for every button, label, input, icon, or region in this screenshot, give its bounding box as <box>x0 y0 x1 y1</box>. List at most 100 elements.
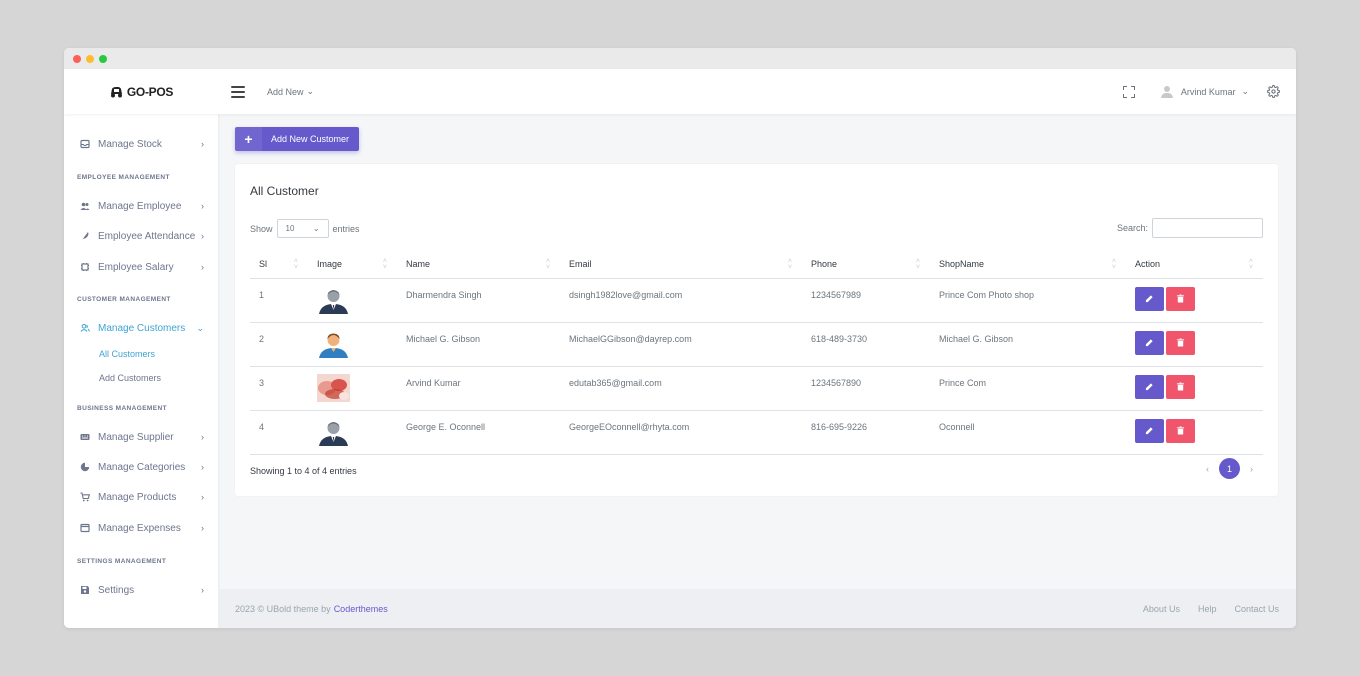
logo-icon <box>110 87 122 98</box>
sidebar-item-label: Settings <box>98 584 135 596</box>
add-new-dropdown[interactable]: Add New ⌄ <box>267 86 314 97</box>
user-group-icon <box>80 323 90 333</box>
edit-button[interactable] <box>1135 418 1164 443</box>
sidebar-item-manage-categories[interactable]: Manage Categories › <box>64 457 218 477</box>
sidebar-item-employee-attendance[interactable]: Employee Attendance › <box>64 226 218 246</box>
sidebar-item-manage-products[interactable]: Manage Products › <box>64 487 218 507</box>
edit-button[interactable] <box>1135 286 1164 311</box>
customer-avatar-image <box>317 286 350 314</box>
gear-icon[interactable] <box>1267 85 1280 98</box>
delete-button[interactable] <box>1166 286 1195 311</box>
pagination-page-1[interactable]: 1 <box>1219 458 1240 479</box>
customer-table: Sl ˄ ˅ Image ˄ ˅ Name ˄ ˅ Email ˄ ˅ Phone ˄ ˅ Shop… <box>250 250 1263 455</box>
cell-name: Arvind Kumar <box>397 366 560 411</box>
sort-icon: ˄ ˅ <box>545 258 550 271</box>
cell-email: GeorgeEOconnell@rhyta.com <box>560 410 802 455</box>
table-row: 4 George E. Oconnell GeorgeEOconnell@rhy… <box>250 410 1263 455</box>
sort-icon: ˄ ˅ <box>915 258 920 271</box>
main-content: + Add New Customer All Customer Show 10 … <box>218 114 1296 628</box>
sidebar-item-manage-customers[interactable]: Manage Customers ⌄ <box>64 318 218 338</box>
window-titlebar <box>64 48 1296 69</box>
section-title-settings: SETTINGS MANAGEMENT <box>77 558 167 565</box>
pagination-next[interactable]: › <box>1250 464 1253 474</box>
sidebar-item-manage-employee[interactable]: Manage Employee › <box>64 196 218 216</box>
sort-icon: ˄ ˅ <box>293 258 298 271</box>
close-window-icon[interactable] <box>73 54 81 63</box>
footer-copyright: 2023 © UBold theme by <box>235 603 331 614</box>
column-header-sl[interactable]: Sl ˄ ˅ <box>250 250 308 279</box>
cell-email: MichaelGGibson@dayrep.com <box>560 322 802 367</box>
table-row: 3 Arvind Kumar edutab365@gmail.com 12345… <box>250 366 1263 411</box>
menu-toggle-icon[interactable] <box>231 85 245 98</box>
sidebar-item-label: Manage Products <box>98 491 177 503</box>
pagination-prev[interactable]: ‹ <box>1206 464 1209 474</box>
cell-sl: 4 <box>250 410 308 455</box>
sidebar-item-manage-stock[interactable]: Manage Stock › <box>64 134 218 154</box>
entries-select[interactable]: 10 ⌄ <box>276 219 329 238</box>
app-logo[interactable]: GO-POS <box>64 85 218 99</box>
delete-button[interactable] <box>1166 330 1195 355</box>
add-new-customer-label: Add New Customer <box>271 134 350 144</box>
save-icon <box>80 585 90 595</box>
customer-avatar-image <box>317 330 350 358</box>
sort-icon: ˄ ˅ <box>1111 258 1116 271</box>
search-input[interactable] <box>1152 218 1263 238</box>
trash-icon <box>1176 338 1185 347</box>
sidebar-item-label: Manage Customers <box>98 322 186 334</box>
sort-icon: ˄ ˅ <box>1248 258 1253 271</box>
chevron-right-icon: › <box>201 262 204 272</box>
edit-button[interactable] <box>1135 374 1164 399</box>
sidebar-item-label: Manage Stock <box>98 138 162 150</box>
cell-name: Dharmendra Singh <box>397 278 560 323</box>
sidebar-item-manage-supplier[interactable]: Manage Supplier › <box>64 427 218 447</box>
window-icon <box>80 523 90 533</box>
chevron-right-icon: › <box>201 432 204 442</box>
footer: 2023 © UBold theme by Coderthemes About … <box>218 589 1296 628</box>
column-header-phone[interactable]: Phone ˄ ˅ <box>802 250 930 279</box>
cell-action <box>1126 278 1263 323</box>
sidebar-subitem-add-customers[interactable]: Add Customers <box>99 373 161 383</box>
search-label: Search: <box>1116 223 1148 233</box>
sidebar-item-label: Manage Supplier <box>98 431 174 443</box>
cell-email: edutab365@gmail.com <box>560 366 802 411</box>
add-new-customer-button[interactable]: + Add New Customer <box>235 127 359 151</box>
sidebar-item-settings[interactable]: Settings › <box>64 580 218 600</box>
sidebar-item-manage-expenses[interactable]: Manage Expenses › <box>64 518 218 538</box>
column-header-image[interactable]: Image ˄ ˅ <box>308 250 397 279</box>
sort-icon: ˄ ˅ <box>787 258 792 271</box>
keyboard-icon <box>80 432 90 442</box>
maximize-window-icon[interactable] <box>99 54 107 63</box>
chevron-down-icon: ⌄ <box>306 86 315 96</box>
cell-email: dsingh1982love@gmail.com <box>560 278 802 323</box>
fullscreen-icon[interactable] <box>1122 85 1135 98</box>
plus-icon: + <box>235 127 262 151</box>
sidebar-item-label: Manage Employee <box>98 200 182 212</box>
footer-link-help[interactable]: Help <box>1198 604 1217 614</box>
table-row: 2 Michael G. Gibson MichaelGGibson@dayre… <box>250 322 1263 367</box>
cell-shopname: Oconnell <box>930 410 1126 455</box>
column-header-action[interactable]: Action ˄ ˅ <box>1126 250 1263 279</box>
sidebar-subitem-all-customers[interactable]: All Customers <box>99 349 155 359</box>
footer-brand-link[interactable]: Coderthemes <box>334 604 388 614</box>
trash-icon <box>1176 294 1185 303</box>
footer-link-contact[interactable]: Contact Us <box>1234 604 1279 614</box>
sidebar-item-employee-salary[interactable]: Employee Salary › <box>64 257 218 277</box>
add-new-label: Add New <box>267 86 304 97</box>
edit-icon <box>1145 383 1153 391</box>
column-header-shopname[interactable]: ShopName ˄ ˅ <box>930 250 1126 279</box>
column-header-email[interactable]: Email ˄ ˅ <box>560 250 802 279</box>
delete-button[interactable] <box>1166 418 1195 443</box>
column-header-name[interactable]: Name ˄ ˅ <box>397 250 560 279</box>
footer-link-about[interactable]: About Us <box>1143 604 1180 614</box>
cell-name: George E. Oconnell <box>397 410 560 455</box>
cell-shopname: Prince Com <box>930 366 1126 411</box>
user-menu[interactable]: Arvind Kumar ⌄ <box>1159 85 1249 99</box>
edit-button[interactable] <box>1135 330 1164 355</box>
minimize-window-icon[interactable] <box>86 54 94 63</box>
section-title-business: BUSINESS MANAGEMENT <box>77 405 167 412</box>
chevron-right-icon: › <box>201 462 204 472</box>
delete-button[interactable] <box>1166 374 1195 399</box>
browser-window: GO-POS Add New ⌄ Arvind Kumar ⌄ Manage S… <box>64 48 1296 628</box>
cart-icon <box>80 492 90 502</box>
pie-chart-icon <box>80 462 90 472</box>
